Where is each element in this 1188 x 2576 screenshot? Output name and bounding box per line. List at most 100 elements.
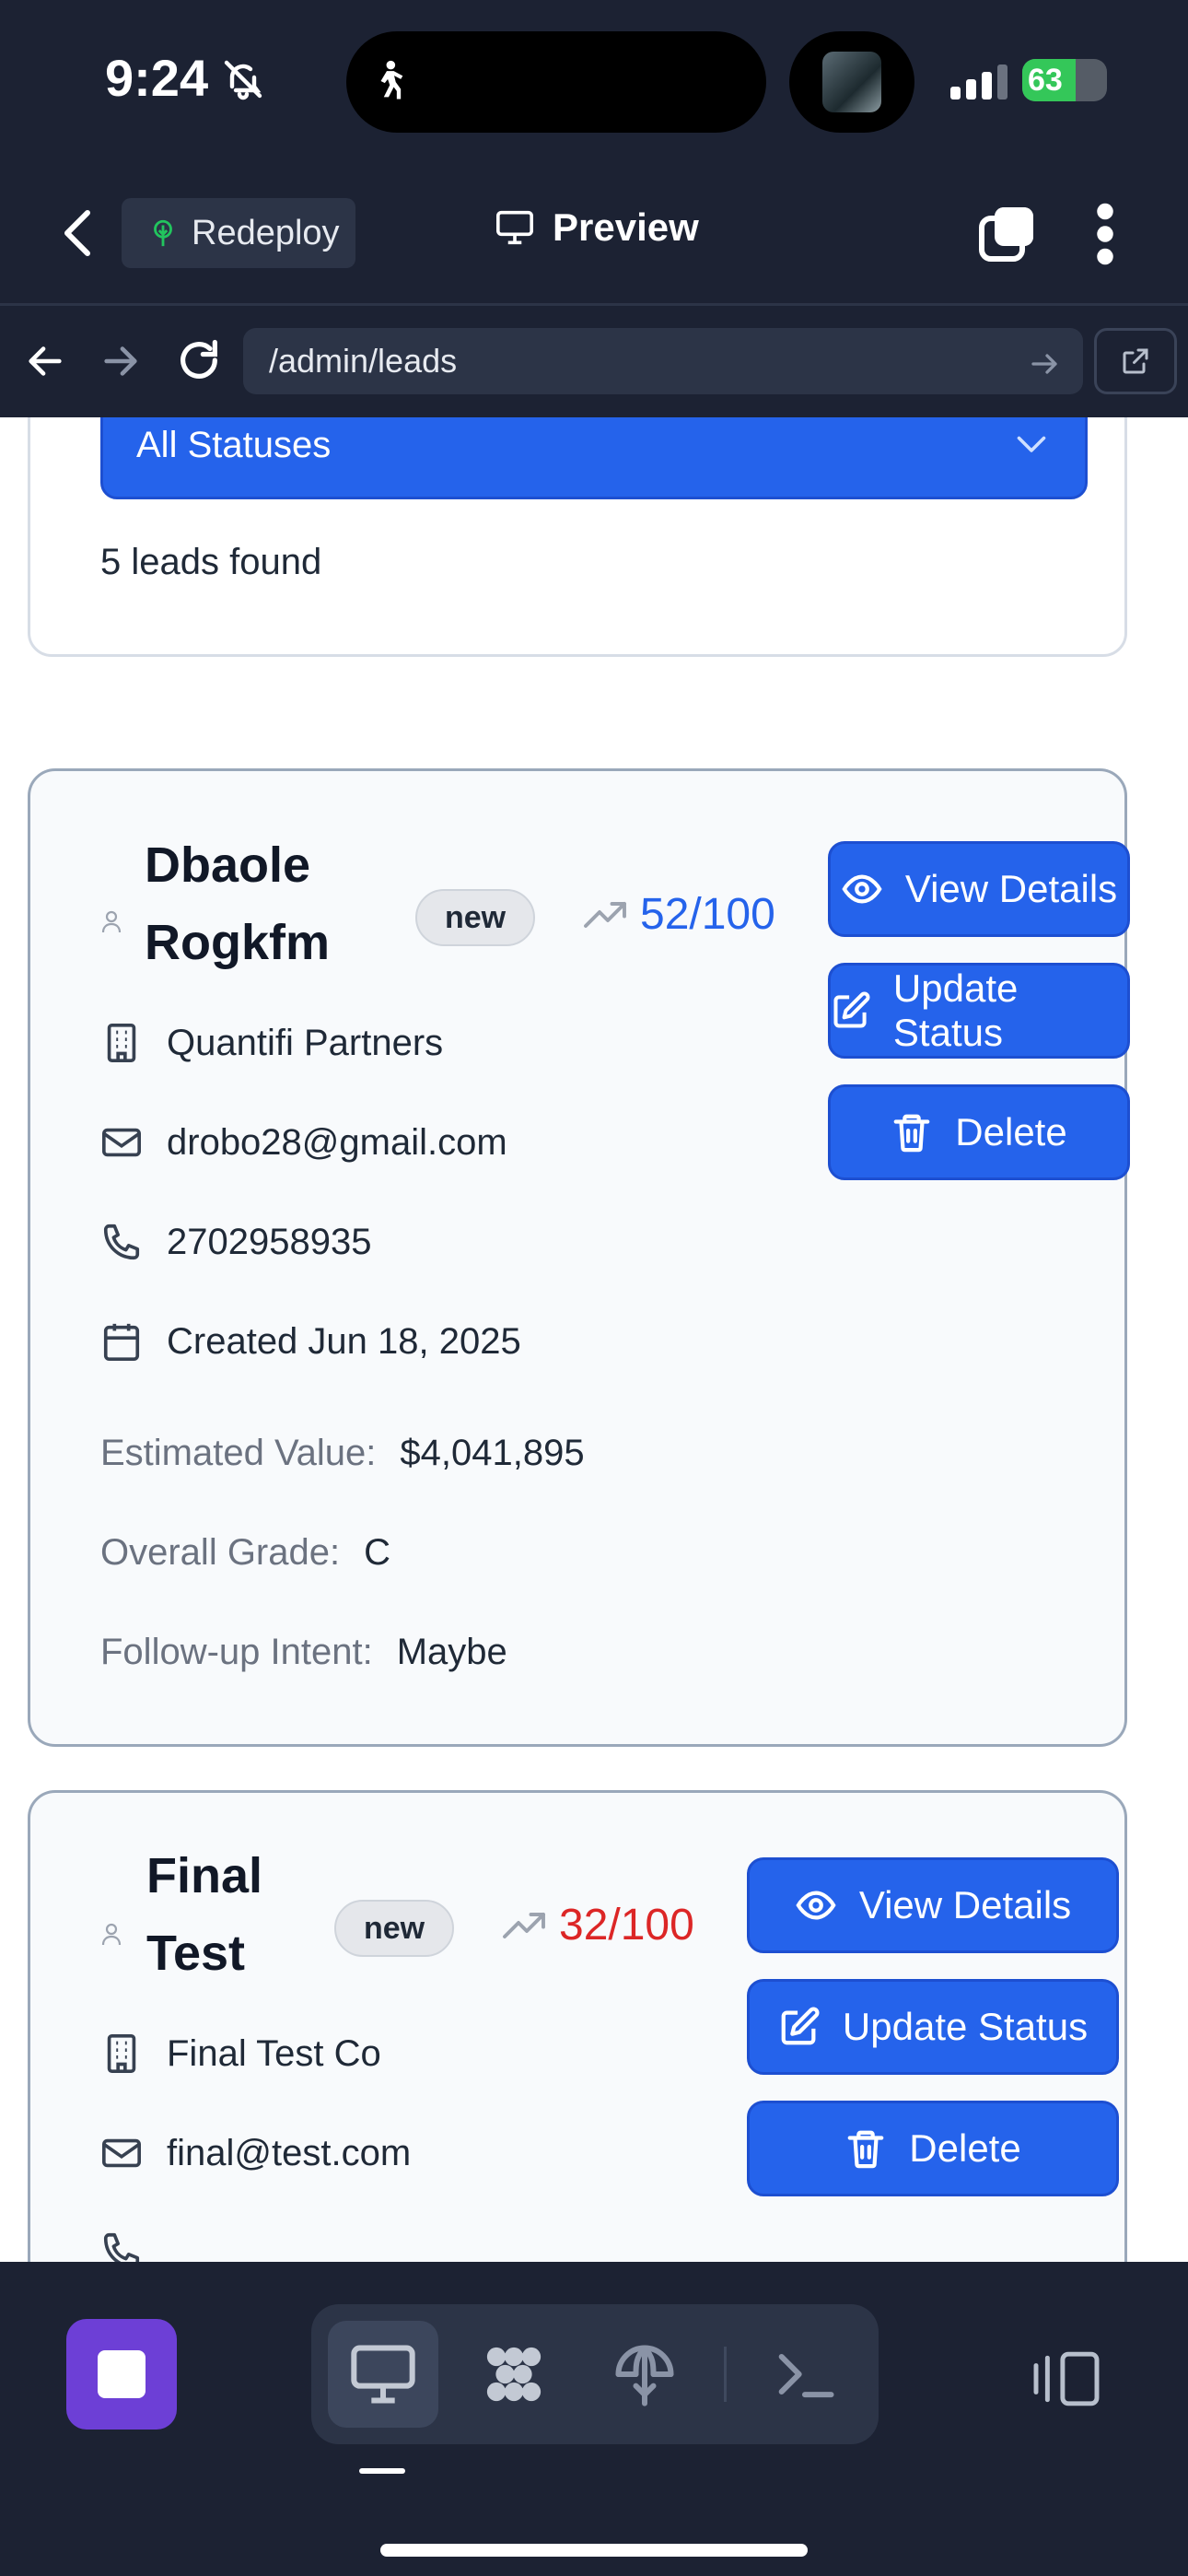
update-status-button[interactable]: Update Status <box>828 963 1130 1059</box>
deploy-tab-button[interactable] <box>589 2321 700 2428</box>
eye-icon <box>842 874 882 904</box>
estimated-value-row: Estimated Value: $4,041,895 <box>100 1433 585 1474</box>
email-row: final@test.com <box>100 2132 411 2174</box>
estimated-value-label: Estimated Value: <box>100 1433 377 1473</box>
arrow-right-icon[interactable] <box>99 340 142 382</box>
walking-person-icon <box>380 60 403 100</box>
dynamic-island <box>346 31 766 133</box>
cellular-signal-icon <box>950 64 1007 100</box>
delete-label: Delete <box>955 1110 1067 1153</box>
view-details-button[interactable]: View Details <box>747 1857 1119 1953</box>
go-arrow-icon[interactable] <box>1028 347 1061 381</box>
status-bar: 9:24 63 <box>0 0 1188 161</box>
lead-card: Dbaole Rogkfm new 52/100 Quantifi Partne… <box>28 768 1130 1747</box>
reload-icon[interactable] <box>175 336 223 384</box>
lead-name[interactable]: Final Test <box>146 1837 262 1992</box>
eye-icon <box>796 1891 836 1920</box>
lead-score: 52/100 <box>583 889 775 940</box>
filter-card: All Statuses 5 leads found <box>28 417 1127 657</box>
status-filter-value: All Statuses <box>136 424 332 465</box>
redeploy-label: Redeploy <box>192 213 340 252</box>
redeploy-button[interactable]: Redeploy <box>122 198 355 268</box>
trending-up-icon <box>584 901 626 928</box>
status-filter-select[interactable]: All Statuses <box>100 417 1088 499</box>
media-thumbnail <box>822 52 881 112</box>
browser-toolbar: /admin/leads <box>0 309 1188 417</box>
delete-button[interactable]: Delete <box>747 2101 1119 2196</box>
follow-up-intent-label: Follow-up Intent: <box>100 1632 373 1672</box>
back-chevron-icon[interactable] <box>55 207 101 259</box>
overall-grade-label: Overall Grade: <box>100 1532 341 1573</box>
company-row: Final Test Co <box>100 2032 381 2075</box>
status-badge: new <box>415 889 536 946</box>
company-name: Quantifi Partners <box>167 1022 444 1063</box>
edit-icon <box>781 2007 820 2045</box>
terminal-icon <box>778 2353 834 2398</box>
battery-percent: 63 <box>1028 63 1063 98</box>
calendar-icon <box>103 1323 140 1361</box>
delete-label: Delete <box>909 2126 1021 2170</box>
mail-icon <box>102 1128 141 1157</box>
app-header: Redeploy Preview <box>0 161 1188 306</box>
monitor-icon <box>351 2345 415 2404</box>
lead-name-first: Final <box>146 1848 263 1903</box>
building-icon <box>107 1024 136 1062</box>
delete-button[interactable]: Delete <box>828 1084 1130 1180</box>
overall-grade-row: Overall Grade: C <box>100 1532 390 1574</box>
lead-count: 5 leads found <box>100 542 322 582</box>
lead-card: Final Test new 32/100 Final Test Co fina… <box>28 1790 1127 2262</box>
lead-score-value: 52/100 <box>640 890 775 939</box>
email-text[interactable]: drobo28@gmail.com <box>167 1122 507 1164</box>
company-name: Final Test Co <box>167 2032 381 2074</box>
arrow-left-icon[interactable] <box>24 340 66 382</box>
active-tab-indicator <box>359 2468 405 2474</box>
page-content: All Statuses 5 leads found Dbaole Rogkfm… <box>0 417 1188 2262</box>
trash-icon <box>893 1114 930 1153</box>
lead-name[interactable]: Dbaole Rogkfm <box>145 826 330 981</box>
tabs-icon[interactable] <box>978 204 1037 263</box>
mail-icon <box>102 2138 141 2168</box>
integrations-tab-button[interactable] <box>459 2321 569 2428</box>
phone-icon <box>103 2232 140 2262</box>
external-link-icon <box>1123 348 1148 374</box>
update-status-label: Update Status <box>892 966 1019 1054</box>
overall-grade-value: C <box>364 1532 390 1573</box>
user-icon <box>101 1923 122 1946</box>
chevron-down-icon <box>1017 436 1046 452</box>
phone-row: 2702958935 <box>100 1221 371 1263</box>
update-status-button[interactable]: Update Status <box>747 1979 1119 2075</box>
email-row: drobo28@gmail.com <box>100 1121 507 1164</box>
deploy-tree-icon <box>154 219 172 247</box>
preview-tab-button[interactable] <box>328 2321 438 2428</box>
created-row: Created Jun 18, 2025 <box>100 1320 521 1363</box>
panel-toggle-icon[interactable] <box>1031 2348 1101 2409</box>
phone-text[interactable]: 2702958935 <box>167 1222 371 1263</box>
stop-button[interactable] <box>66 2319 177 2430</box>
umbrella-icon <box>615 2345 674 2406</box>
company-row: Quantifi Partners <box>100 1022 443 1064</box>
terminal-tab-button[interactable] <box>750 2321 860 2428</box>
home-indicator[interactable] <box>380 2544 808 2557</box>
url-text: /admin/leads <box>269 342 458 380</box>
more-options-icon[interactable] <box>1089 202 1122 266</box>
monitor-icon <box>496 210 533 245</box>
preview-label: Preview <box>553 205 699 249</box>
phone-icon <box>103 1224 140 1260</box>
user-icon <box>101 910 122 933</box>
edit-icon <box>833 991 870 1028</box>
open-external-button[interactable] <box>1094 328 1177 394</box>
view-details-label: View Details <box>904 867 1118 910</box>
toolbar-divider <box>724 2347 727 2402</box>
clock: 9:24 <box>105 49 209 107</box>
view-details-button[interactable]: View Details <box>828 841 1130 937</box>
lead-name-last: Test <box>146 1926 246 1981</box>
estimated-value: $4,041,895 <box>400 1433 585 1473</box>
puzzle-icon <box>486 2347 542 2402</box>
building-icon <box>107 2034 136 2073</box>
now-playing-island <box>789 31 914 133</box>
follow-up-intent-row: Follow-up Intent: Maybe <box>100 1632 507 1673</box>
follow-up-intent-value: Maybe <box>396 1632 507 1672</box>
url-input[interactable]: /admin/leads <box>243 328 1083 394</box>
view-details-label: View Details <box>858 1883 1072 1926</box>
email-text[interactable]: final@test.com <box>167 2133 411 2174</box>
